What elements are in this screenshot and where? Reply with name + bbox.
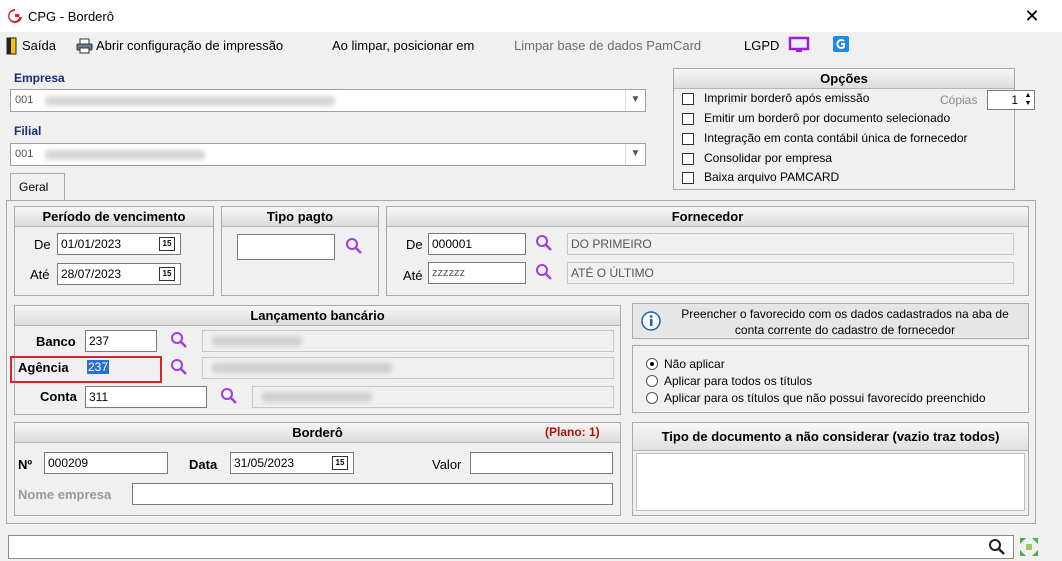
radio-aplicar-sem-favorecido[interactable] [646, 392, 658, 404]
radio-label: Não aplicar [664, 357, 725, 371]
filial-redacted [45, 150, 205, 160]
agencia-input[interactable]: 237 [85, 357, 157, 379]
tipo-pagto-input[interactable] [237, 234, 335, 260]
g-logo-icon[interactable] [832, 35, 850, 53]
exit-button[interactable]: Saída [22, 38, 56, 53]
conta-redacted [262, 392, 372, 402]
chevron-down-icon[interactable]: ▼ [625, 90, 645, 111]
search-icon[interactable] [535, 234, 553, 252]
chevron-down-icon[interactable]: ▼ [625, 144, 645, 165]
fornecedor-ate-code[interactable]: zzzzzz [428, 262, 526, 284]
search-icon[interactable] [345, 237, 363, 255]
tab-geral-label: Geral [19, 180, 49, 194]
on-clear-position-button[interactable]: Ao limpar, posicionar em [332, 38, 474, 53]
app-logo-icon [8, 9, 22, 23]
filial-combo[interactable]: 001 ▼ [10, 143, 646, 166]
filial-value: 001 [15, 148, 34, 160]
nome-empresa-input[interactable] [132, 483, 613, 505]
title-bar [0, 0, 1062, 32]
fornecedor-ate-name: ATÉ O ÚLTIMO [567, 262, 1014, 284]
copias-label: Cópias [940, 93, 978, 107]
option-label: Emitir um borderô por documento selecion… [704, 111, 951, 125]
bordero-num-label: Nº [18, 457, 33, 472]
option-label: Imprimir borderô após emissão [704, 91, 870, 105]
banco-input[interactable]: 237 [85, 330, 157, 352]
banco-redacted [212, 336, 302, 346]
empresa-label: Empresa [14, 71, 65, 85]
bordero-num-input[interactable]: 000209 [44, 452, 168, 474]
fornecedor-ate-label: Até [403, 268, 423, 283]
option-label: Integração em conta contábil única de fo… [704, 131, 968, 145]
option-label: Baixa arquivo PAMCARD [704, 170, 840, 184]
tipo-doc-title: Tipo de documento a não considerar (vazi… [633, 423, 1028, 451]
empresa-combo[interactable]: 001 ▼ [10, 89, 646, 112]
clear-pamcard-button[interactable]: Limpar base de dados PamCard [514, 38, 701, 53]
checkbox-consolidate[interactable] [682, 153, 694, 165]
calendar-icon[interactable]: 15 [332, 456, 348, 470]
calendar-icon[interactable]: 15 [159, 267, 175, 281]
conta-input[interactable]: 311 [85, 386, 207, 408]
radio-nao-aplicar[interactable] [646, 358, 658, 370]
footer-search-input[interactable] [8, 535, 1014, 559]
checkbox-one-per-doc[interactable] [682, 113, 694, 125]
bordero-valor-input[interactable] [470, 452, 613, 474]
info-icon [641, 311, 661, 331]
conta-label: Conta [40, 389, 77, 404]
opcoes-title: Opções [674, 69, 1014, 89]
empresa-value: 001 [15, 94, 34, 106]
fornecedor-title: Fornecedor [387, 207, 1028, 227]
periodo-title: Período de vencimento [15, 207, 213, 227]
tipo-doc-list[interactable] [636, 453, 1025, 511]
tipo-pagto-title: Tipo pagto [222, 207, 378, 227]
exit-door-icon [6, 37, 17, 55]
agencia-selected-text: 237 [87, 360, 110, 374]
fornecedor-de-name: DO PRIMEIRO [567, 233, 1014, 255]
print-config-button[interactable]: Abrir configuração de impressão [96, 38, 283, 53]
agencia-redacted [212, 363, 392, 373]
search-icon[interactable] [535, 263, 553, 281]
radio-label: Aplicar para os títulos que não possui f… [664, 391, 986, 405]
periodo-de-label: De [34, 237, 51, 252]
search-icon[interactable] [170, 331, 188, 349]
favorecido-info-text: Preencher o favorecido com os dados cada… [681, 307, 1009, 337]
bordero-data-label: Data [189, 457, 218, 472]
bordero-valor-label: Valor [432, 457, 462, 472]
spinner-arrows-icon[interactable]: ▲ ▼ [1023, 92, 1033, 108]
checkbox-single-account[interactable] [682, 133, 694, 145]
periodo-ate-label: Até [30, 267, 50, 282]
checkbox-print-after[interactable] [682, 93, 694, 105]
plano-label: (Plano: 1) [545, 425, 600, 439]
lgpd-button[interactable]: LGPD [744, 38, 779, 53]
monitor-icon[interactable] [788, 36, 810, 54]
checkbox-pamcard[interactable] [682, 172, 694, 184]
agencia-label: Agência [18, 360, 69, 375]
window-title: CPG - Borderô [28, 9, 114, 24]
search-icon[interactable] [220, 387, 238, 405]
radio-aplicar-todos[interactable] [646, 375, 658, 387]
bordero-title: Borderô [15, 423, 620, 443]
fornecedor-de-label: De [406, 237, 423, 252]
calendar-icon[interactable]: 15 [159, 237, 175, 251]
empresa-redacted [45, 96, 335, 106]
search-icon[interactable] [170, 358, 188, 376]
nome-empresa-label: Nome empresa [18, 487, 112, 502]
close-button[interactable]: ✕ [1020, 5, 1044, 27]
tab-geral[interactable]: Geral [10, 173, 65, 201]
radio-label: Aplicar para todos os títulos [664, 374, 813, 388]
printer-icon [76, 38, 93, 54]
banco-label: Banco [36, 334, 76, 349]
search-icon[interactable] [988, 538, 1006, 556]
fornecedor-de-code[interactable]: 000001 [428, 233, 526, 255]
lancamento-title: Lançamento bancário [15, 306, 620, 326]
expand-arrows-icon[interactable] [1018, 536, 1040, 558]
option-label: Consolidar por empresa [704, 151, 833, 165]
filial-label: Filial [14, 124, 42, 138]
